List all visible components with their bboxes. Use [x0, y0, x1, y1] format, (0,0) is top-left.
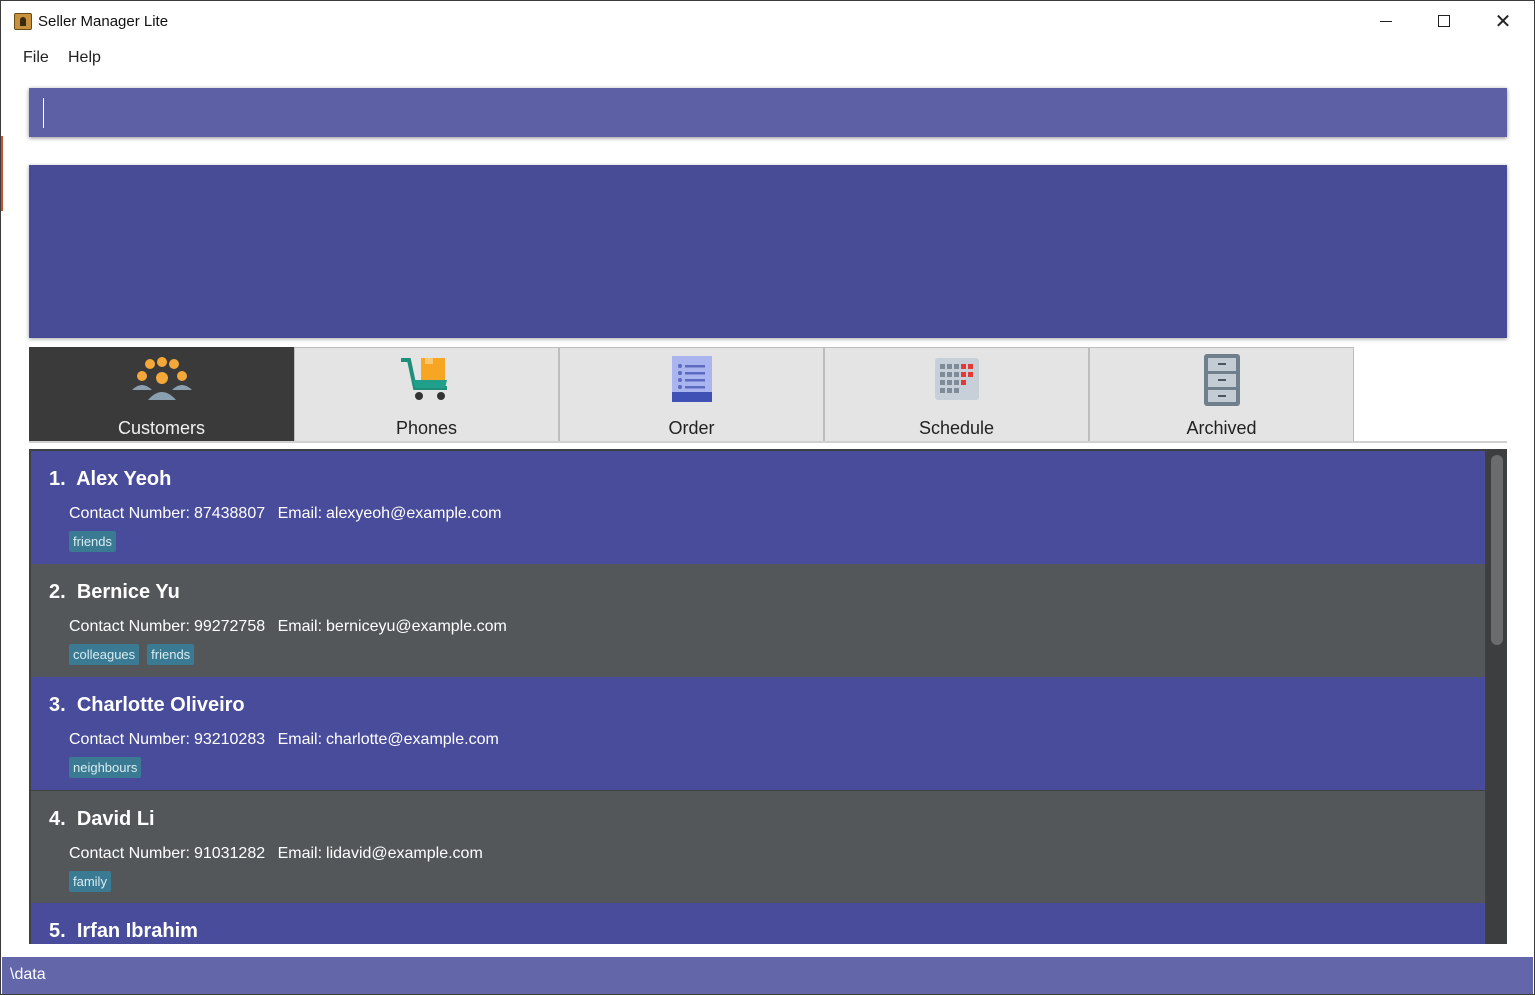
customer-index: 3.: [49, 694, 66, 716]
cart-icon: [400, 358, 447, 400]
cabinet-icon: [1203, 354, 1240, 406]
status-bar: \data: [2, 957, 1533, 994]
email-value: charlotte@example.com: [326, 731, 499, 748]
list-item[interactable]: 3. Charlotte Oliveiro Contact Number: 932…: [31, 677, 1485, 790]
tag-list: family: [69, 871, 111, 892]
tag: friends: [147, 644, 195, 665]
tab-customers[interactable]: Customers: [29, 347, 294, 442]
maximize-button[interactable]: [1415, 2, 1473, 40]
contact-number: 91031282: [193, 845, 266, 862]
tab-label-phones: Phones: [395, 418, 458, 438]
tab-label-schedule: Schedule: [918, 418, 995, 438]
customer-name: David Li: [76, 808, 155, 830]
customer-index: 4.: [49, 808, 66, 830]
email-value: berniceyu@example.com: [326, 618, 507, 635]
customer-name: Charlotte Oliveiro: [76, 694, 245, 716]
customer-list: 1. Alex Yeoh Contact Number: 87438807 Ema…: [29, 449, 1507, 944]
tag-list: neighbours: [69, 757, 142, 778]
menu-file[interactable]: File: [23, 49, 49, 67]
email-label: Email:: [277, 618, 323, 635]
menu-help[interactable]: Help: [68, 49, 101, 67]
email-label: Email:: [277, 731, 323, 748]
scrollbar-thumb[interactable]: [1491, 455, 1503, 645]
customer-index: 1.: [49, 468, 66, 490]
tag-list: colleagues friends: [69, 644, 195, 665]
tab-label-customers: Customers: [117, 418, 206, 438]
tag: family: [69, 871, 111, 892]
command-box: [29, 88, 1507, 137]
title-bar: Seller Manager Lite ✕: [2, 2, 1533, 40]
customer-name: Alex Yeoh: [76, 468, 172, 490]
customer-name-line: 5. Irfan Ibrahim: [49, 920, 198, 943]
tab-order[interactable]: Order: [559, 347, 824, 442]
tab-archived[interactable]: Archived: [1089, 347, 1354, 442]
customer-contact-line: Contact Number: 93210283 Email: charlotte@…: [69, 731, 507, 749]
customer-name: Bernice Yu: [76, 581, 180, 603]
receipt-icon: [671, 356, 712, 402]
calendar-icon: [934, 358, 979, 400]
list-item[interactable]: 1. Alex Yeoh Contact Number: 87438807 Ema…: [31, 451, 1485, 564]
tab-label-order: Order: [668, 418, 715, 438]
email-label: Email:: [277, 505, 323, 522]
customer-name: Irfan Ibrahim: [76, 920, 198, 942]
email-value: alexyeoh@example.com: [326, 505, 502, 522]
contact-label: Contact Number:: [69, 618, 190, 635]
window-edge-accent: [1, 136, 3, 211]
window-title: Seller Manager Lite: [38, 13, 169, 30]
tag: neighbours: [69, 757, 142, 778]
tag: friends: [69, 531, 117, 552]
tab-bar: Customers Phones Order Schedule Archived: [29, 347, 1507, 443]
customer-contact-line: Contact Number: 99272758 Email: berniceyu@…: [69, 618, 515, 636]
contact-label: Contact Number:: [69, 845, 190, 862]
result-display: [29, 165, 1507, 338]
command-input[interactable]: [29, 88, 1507, 137]
app-logo-icon: [14, 13, 32, 30]
contact-label: Contact Number:: [69, 731, 190, 748]
close-icon: ✕: [1494, 9, 1512, 33]
text-caret: [43, 98, 44, 128]
customer-contact-line: Contact Number: 87438807 Email: alexyeoh@e…: [69, 505, 509, 523]
tab-phones[interactable]: Phones: [294, 347, 559, 442]
contact-number: 93210283: [193, 731, 266, 748]
app-window: Seller Manager Lite ✕ File Help Customer…: [0, 0, 1535, 995]
tab-schedule[interactable]: Schedule: [824, 347, 1089, 442]
tag: colleagues: [69, 644, 140, 665]
customer-index: 2.: [49, 581, 66, 603]
customer-index: 5.: [49, 920, 66, 942]
customer-contact-line: Contact Number: 91031282 Email: lidavid@ex…: [69, 845, 491, 863]
contact-number: 99272758: [193, 618, 266, 635]
customer-name-line: 4. David Li: [49, 808, 155, 831]
customer-name-line: 3. Charlotte Oliveiro: [49, 694, 245, 717]
tab-divider: [29, 441, 1507, 443]
people-icon: [131, 357, 192, 400]
data-path: \data: [10, 966, 46, 983]
customer-name-line: 2. Bernice Yu: [49, 581, 180, 604]
contact-number: 87438807: [193, 505, 266, 522]
email-label: Email:: [277, 845, 323, 862]
contact-label: Contact Number:: [69, 505, 190, 522]
list-item[interactable]: 2. Bernice Yu Contact Number: 99272758 Em…: [31, 564, 1485, 677]
minimize-icon: [1380, 20, 1392, 22]
minimize-button[interactable]: [1357, 2, 1415, 40]
customer-name-line: 1. Alex Yeoh: [49, 468, 171, 491]
close-button[interactable]: ✕: [1474, 2, 1532, 40]
list-item[interactable]: 4. David Li Contact Number: 91031282 Emai…: [31, 791, 1485, 904]
tag-list: friends: [69, 531, 117, 552]
list-scrollbar[interactable]: [1487, 449, 1507, 944]
maximize-icon: [1438, 15, 1450, 27]
email-value: lidavid@example.com: [326, 845, 483, 862]
menu-bar: File Help: [2, 41, 1533, 75]
tab-label-archived: Archived: [1186, 418, 1257, 438]
list-item[interactable]: 5. Irfan Ibrahim: [31, 903, 1485, 944]
